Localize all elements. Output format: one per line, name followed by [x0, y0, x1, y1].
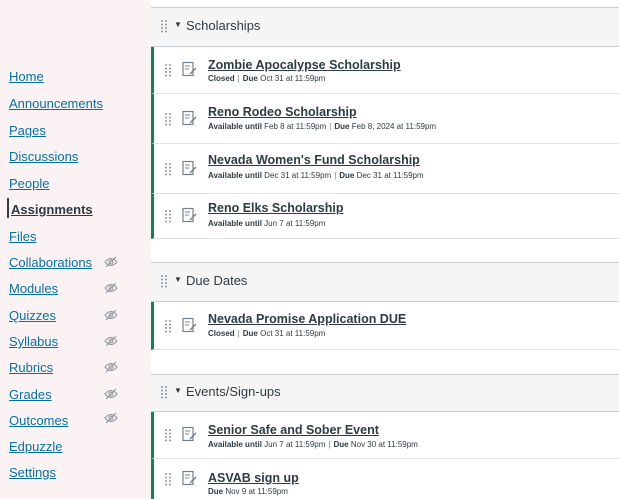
item-title[interactable]: Zombie Apocalypse Scholarship [208, 58, 401, 72]
nav-edpuzzle[interactable]: Edpuzzle [9, 439, 62, 454]
drag-handle-icon[interactable] [164, 162, 172, 176]
meta-label: Available until [208, 171, 262, 180]
list-item[interactable]: Nevada Promise Application DUE Closed | Du… [151, 302, 619, 350]
meta-label: Due [242, 329, 258, 338]
assignment-icon [182, 207, 197, 223]
meta-separator: | [237, 329, 240, 338]
module-header[interactable]: ▼ Scholarships [151, 7, 619, 47]
drag-handle-icon[interactable] [160, 19, 168, 33]
item-meta: Available until Jun 7 at 11:59pm [208, 219, 325, 228]
assignment-icon [182, 110, 197, 125]
list-item[interactable]: Zombie Apocalypse Scholarship Closed | Due… [151, 47, 619, 94]
meta-label: Due [242, 74, 258, 83]
meta-label: Due [208, 487, 224, 496]
meta-label: Due [334, 122, 350, 131]
drag-handle-icon[interactable] [164, 428, 172, 442]
nav-modules[interactable]: Modules [9, 281, 58, 296]
item-title[interactable]: Reno Elks Scholarship [208, 201, 343, 215]
meta-label: Due [333, 440, 349, 449]
caret-down-icon[interactable]: ▼ [174, 20, 182, 29]
meta-value: Nov 9 at 11:59pm [225, 487, 288, 496]
meta-label: Due [339, 171, 355, 180]
meta-value: Dec 31 at 11:59pm [264, 171, 332, 180]
nav-announcements[interactable]: Announcements [9, 96, 103, 111]
item-meta: Available until Feb 8 at 11:59pm | Due Feb… [208, 122, 436, 131]
item-title[interactable]: Reno Rodeo Scholarship [208, 105, 357, 119]
drag-handle-icon[interactable] [164, 472, 172, 486]
caret-down-icon[interactable]: ▼ [174, 275, 182, 284]
nav-collaborations[interactable]: Collaborations [9, 255, 92, 270]
list-item[interactable]: Senior Safe and Sober Event Available un… [151, 412, 619, 459]
assignment-icon [182, 61, 197, 77]
item-title[interactable]: Nevada Women's Fund Scholarship [208, 153, 420, 167]
active-indicator [7, 198, 9, 218]
meta-value: Oct 31 at 11:59pm [260, 74, 326, 83]
meta-value: Jun 7 at 11:59pm [264, 440, 326, 449]
module-title: Scholarships [186, 18, 261, 33]
nav-syllabus[interactable]: Syllabus [9, 334, 58, 349]
meta-label: Available until [208, 219, 262, 228]
item-title[interactable]: Nevada Promise Application DUE [208, 312, 406, 326]
nav-grades[interactable]: Grades [9, 387, 52, 402]
list-item[interactable]: ASVAB sign up Due Nov 9 at 11:59pm [151, 459, 619, 499]
meta-label: Closed [208, 329, 235, 338]
nav-rubrics[interactable]: Rubrics [9, 360, 53, 375]
nav-quizzes[interactable]: Quizzes [9, 308, 56, 323]
meta-value: Dec 31 at 11:59pm [356, 171, 424, 180]
drag-handle-icon[interactable] [160, 274, 168, 288]
module-header[interactable]: ▼ Due Dates [151, 262, 619, 302]
caret-down-icon[interactable]: ▼ [174, 386, 182, 395]
meta-separator: | [237, 74, 240, 83]
nav-files[interactable]: Files [9, 229, 36, 244]
drag-handle-icon[interactable] [164, 112, 172, 126]
assignment-icon [182, 426, 197, 442]
nav-assignments[interactable]: Assignments [11, 202, 93, 217]
nav-outcomes[interactable]: Outcomes [9, 413, 68, 428]
drag-handle-icon[interactable] [164, 63, 172, 77]
eye-slash-icon [104, 388, 118, 400]
eye-slash-icon [104, 361, 118, 373]
meta-label: Available until [208, 122, 262, 131]
eye-slash-icon [104, 256, 118, 268]
meta-value: Jun 7 at 11:59pm [264, 219, 326, 228]
meta-value: Feb 8 at 11:59pm [264, 122, 327, 131]
nav-home[interactable]: Home [9, 69, 44, 84]
meta-value: Feb 8, 2024 at 11:59pm [351, 122, 437, 131]
module-header[interactable]: ▼ Events/Sign-ups [151, 374, 619, 412]
list-item[interactable]: Nevada Women's Fund Scholarship Availabl… [151, 144, 619, 194]
module-title: Due Dates [186, 273, 248, 288]
assignment-icon [182, 470, 197, 486]
drag-handle-icon[interactable] [164, 319, 172, 333]
eye-slash-icon [104, 335, 118, 347]
item-title[interactable]: Senior Safe and Sober Event [208, 423, 379, 437]
eye-slash-icon [104, 282, 118, 294]
modules-list: ▼ Scholarships Zombie Apocalypse Scholar… [151, 0, 619, 499]
module-title: Events/Sign-ups [186, 384, 281, 399]
nav-people[interactable]: People [9, 176, 49, 191]
nav-pages[interactable]: Pages [9, 123, 46, 138]
item-meta: Available until Dec 31 at 11:59pm | Due De… [208, 171, 424, 180]
eye-slash-icon [104, 309, 118, 321]
meta-value: Nov 30 at 11:59pm [350, 440, 418, 449]
item-meta: Available until Jun 7 at 11:59pm | Due Nov… [208, 440, 418, 449]
list-item[interactable]: Reno Rodeo Scholarship Available until F… [151, 94, 619, 144]
nav-discussions[interactable]: Discussions [9, 149, 78, 164]
item-meta: Closed | Due Oct 31 at 11:59pm [208, 74, 325, 83]
assignment-icon [182, 317, 197, 332]
meta-label: Closed [208, 74, 235, 83]
course-navigation: Home Announcements Pages Discussions Peo… [0, 0, 148, 499]
nav-settings[interactable]: Settings [9, 465, 56, 480]
assignment-icon [182, 160, 197, 175]
eye-slash-icon [104, 412, 118, 424]
item-meta: Closed | Due Oct 31 at 11:59pm [208, 329, 325, 338]
drag-handle-icon[interactable] [160, 385, 168, 399]
meta-value: Oct 31 at 11:59pm [260, 329, 326, 338]
item-title[interactable]: ASVAB sign up [208, 471, 299, 485]
drag-handle-icon[interactable] [164, 209, 172, 223]
item-meta: Due Nov 9 at 11:59pm [208, 487, 288, 496]
meta-label: Available until [208, 440, 262, 449]
list-item[interactable]: Reno Elks Scholarship Available until Ju… [151, 194, 619, 239]
